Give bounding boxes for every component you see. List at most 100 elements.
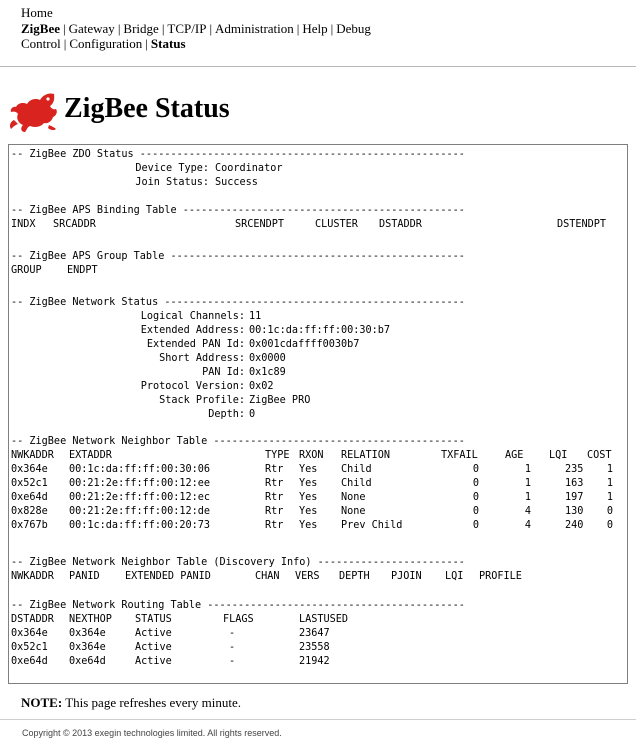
nav-zigbee-link[interactable]: ZigBee	[21, 21, 60, 36]
neighbor-col-header: TXFAIL	[441, 450, 478, 461]
neighbor-heading: -- ZigBee Network Neighbor Table -------…	[11, 436, 465, 447]
status-panel: -- ZigBee ZDO Status -------------------…	[8, 144, 628, 684]
nav-separator: |	[145, 36, 148, 51]
routing-col-header: DSTADDR	[11, 614, 54, 625]
routing-cell: 0xe64d	[69, 656, 106, 667]
neighbor-col-header: NWKADDR	[11, 450, 54, 461]
join-status-label: Join Status:	[135, 177, 209, 188]
network-field-value: 0x1c89	[249, 367, 286, 378]
network-field-value: 0x0000	[249, 353, 286, 364]
nav-separator: |	[63, 20, 66, 36]
binding-col-srcendpt: SRCENDPT	[235, 219, 285, 230]
binding-col-cluster: CLUSTER	[315, 219, 358, 230]
nav-separator: |	[330, 20, 334, 36]
group-heading: -- ZigBee APS Group Table --------------…	[11, 251, 465, 262]
group-col-endpt: ENDPT	[67, 265, 98, 276]
network-field-value: 0x001cdaffff0030b7	[249, 339, 360, 350]
nav-bridge-link[interactable]: Bridge	[123, 21, 158, 36]
binding-col-dstendpt: DSTENDPT	[557, 219, 607, 230]
neighbor-cell: 00:21:2e:ff:ff:00:12:de	[69, 506, 211, 517]
network-field-label: Short Address:	[159, 353, 245, 364]
nav-help-link[interactable]: Help	[302, 21, 327, 36]
join-status-value: Success	[215, 177, 258, 188]
neighbor-cell: Rtr	[265, 520, 284, 531]
network-field-label: Extended Address:	[140, 325, 245, 336]
discovery-col-header: PJOIN	[391, 571, 422, 582]
network-field-value: 11	[249, 311, 262, 322]
neighbor-col-header: LQI	[549, 450, 568, 461]
discovery-col-header: NWKADDR	[11, 571, 54, 582]
top-navigation: Home ZigBee | Gateway | Bridge | TCP/IP | Admini…	[21, 5, 371, 52]
neighbor-col-header: RXON	[299, 450, 324, 461]
network-field-value: 00:1c:da:ff:ff:00:30:b7	[249, 325, 391, 336]
network-field-label: Protocol Version:	[140, 381, 245, 392]
network-heading: -- ZigBee Network Status ---------------…	[11, 297, 465, 308]
nav-debug-link[interactable]: Debug	[336, 21, 371, 36]
discovery-col-header: DEPTH	[339, 571, 370, 582]
nav-control-link[interactable]: Control	[21, 36, 61, 51]
neighbor-cell: Rtr	[265, 492, 284, 503]
neighbor-cell: Rtr	[265, 506, 284, 517]
network-field-label: PAN Id:	[202, 367, 245, 378]
page-title: ZigBee Status	[64, 93, 230, 124]
nav-gateway-link[interactable]: Gateway	[69, 21, 115, 36]
network-field-value: 0	[249, 409, 256, 420]
neighbor-cell: 1	[606, 492, 613, 503]
nav-home-link[interactable]: Home	[21, 5, 53, 20]
routing-col-header: STATUS	[135, 614, 172, 625]
nav-status-link[interactable]: Status	[151, 36, 186, 51]
routing-cell: 23558	[299, 642, 330, 653]
neighbor-cell: 0xe64d	[11, 492, 48, 503]
nav-administration-link[interactable]: Administration	[215, 21, 294, 36]
neighbor-cell: 0x828e	[11, 506, 48, 517]
network-field-value: 0x02	[249, 381, 274, 392]
routing-cell: 23647	[299, 628, 330, 639]
neighbor-cell: 1	[524, 464, 531, 475]
routing-col-header: FLAGS	[223, 614, 254, 625]
routing-cell: -	[229, 628, 236, 639]
neighbor-cell: 0	[606, 520, 613, 531]
header-divider	[0, 66, 636, 67]
network-field-label: Depth:	[208, 409, 245, 420]
network-field-label: Logical Channels:	[140, 311, 245, 322]
neighbor-cell: 00:21:2e:ff:ff:00:12:ee	[69, 478, 211, 489]
discovery-col-header: CHAN	[255, 571, 280, 582]
nav-separator: |	[117, 20, 121, 36]
neighbor-cell: 0	[472, 478, 479, 489]
nav-separator: |	[296, 20, 300, 36]
neighbor-col-header: AGE	[505, 450, 524, 461]
device-type-value: Coordinator	[215, 163, 283, 174]
binding-heading: -- ZigBee APS Binding Table ------------…	[11, 205, 465, 216]
neighbor-cell: Yes	[299, 464, 318, 475]
routing-col-header: LASTUSED	[299, 614, 349, 625]
neighbor-cell: 0	[472, 520, 479, 531]
nav-separator: |	[63, 36, 67, 51]
routing-cell: 0x364e	[69, 628, 106, 639]
routing-cell: 0xe64d	[11, 656, 48, 667]
neighbor-cell: Yes	[299, 520, 318, 531]
neighbor-cell: 1	[524, 478, 531, 489]
neighbor-cell: 4	[524, 506, 531, 517]
neighbor-cell: Child	[341, 464, 372, 475]
network-field-label: Extended PAN Id:	[146, 339, 245, 350]
neighbor-cell: 00:1c:da:ff:ff:00:30:06	[69, 464, 211, 475]
nav-configuration-link[interactable]: Configuration	[69, 36, 142, 51]
routing-heading: -- ZigBee Network Routing Table --------…	[11, 600, 465, 611]
routing-cell: 0x364e	[69, 642, 106, 653]
routing-cell: 21942	[299, 656, 330, 667]
device-type-label: Device Type:	[135, 163, 209, 174]
routing-cell: Active	[135, 642, 172, 653]
discovery-col-header: VERS	[295, 571, 320, 582]
neighbor-cell: Yes	[299, 506, 318, 517]
neighbor-cell: 4	[524, 520, 531, 531]
binding-col-indx: INDX	[11, 219, 36, 230]
discovery-col-header: PROFILE	[479, 571, 522, 582]
routing-cell: Active	[135, 628, 172, 639]
binding-col-dstaddr: DSTADDR	[379, 219, 422, 230]
note-label: NOTE:	[21, 695, 63, 710]
routing-cell: 0x364e	[11, 628, 48, 639]
nav-tcpip-link[interactable]: TCP/IP	[167, 21, 206, 36]
neighbor-cell: Rtr	[265, 464, 284, 475]
neighbor-col-header: TYPE	[265, 450, 290, 461]
refresh-note: NOTE: This page refreshes every minute.	[21, 695, 241, 711]
